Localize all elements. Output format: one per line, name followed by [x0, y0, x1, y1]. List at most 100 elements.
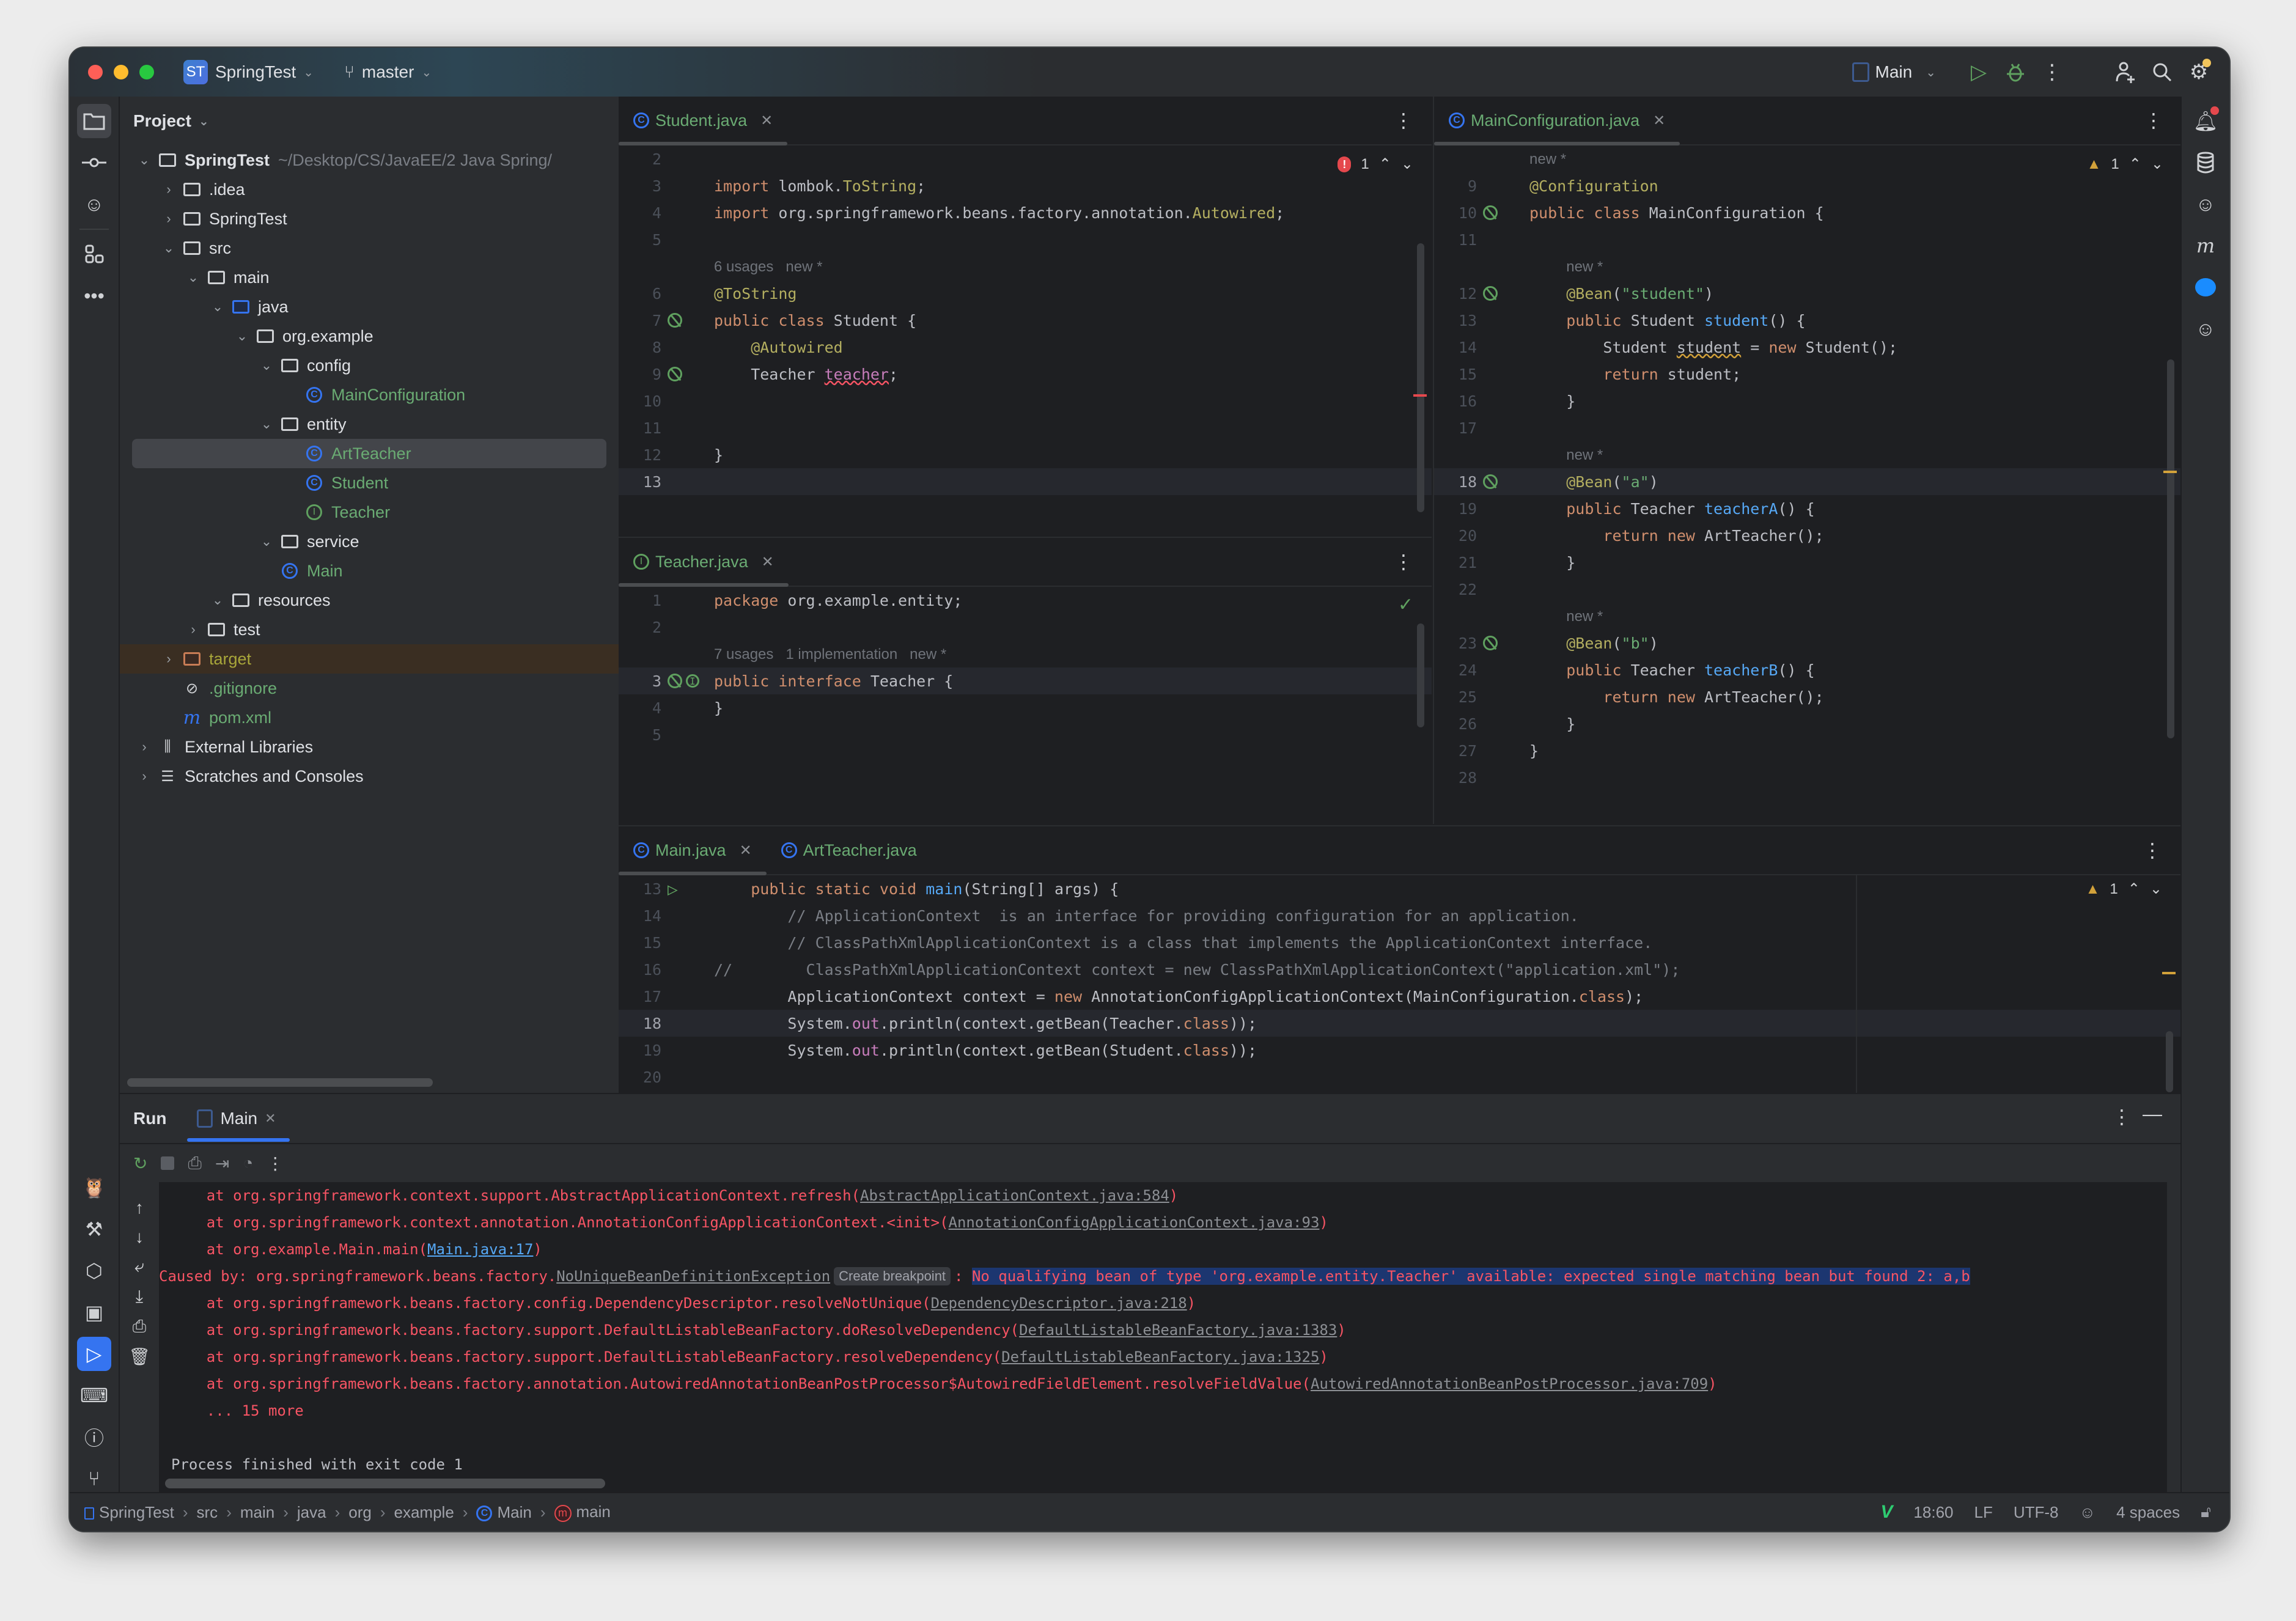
line-number[interactable]: 25: [1434, 688, 1483, 706]
line-number[interactable]: 9: [1434, 177, 1483, 195]
code-line[interactable]: 6 @ToString: [619, 280, 1432, 307]
breadcrumb-item[interactable]: main: [240, 1503, 274, 1522]
breadcrumb-item[interactable]: C Main: [476, 1503, 532, 1522]
chevron-down-icon[interactable]: ⌄: [205, 592, 230, 608]
close-tab-icon[interactable]: ✕: [760, 112, 773, 130]
tree-item[interactable]: ⌄ main: [120, 263, 619, 292]
code-line[interactable]: 4 import org.springframework.beans.factor…: [619, 199, 1432, 226]
line-number[interactable]: 19: [619, 1042, 668, 1059]
code-area[interactable]: new * 9 @Configuration 10 public class MainC…: [1434, 145, 2182, 791]
terminal-tool-button[interactable]: ⌨: [77, 1378, 111, 1413]
close-tab-icon[interactable]: ✕: [762, 553, 774, 571]
run-button[interactable]: ▷: [1960, 54, 1997, 90]
code-line[interactable]: 24 public Teacher teacherB() {: [1434, 656, 2182, 683]
implemented-gutter-icon[interactable]: I: [686, 674, 699, 688]
vim-plugin-icon[interactable]: V: [1880, 1502, 1893, 1523]
line-number[interactable]: 10: [619, 392, 668, 410]
line-separator[interactable]: LF: [1974, 1503, 1993, 1522]
line-number[interactable]: 3: [619, 672, 668, 690]
code-line[interactable]: 20 return new ArtTeacher();: [1434, 522, 2182, 549]
line-number[interactable]: 5: [619, 231, 668, 249]
code-area[interactable]: 13 ▷ public static void main(String[] arg…: [619, 875, 2180, 1094]
copilot-help-tool-button[interactable]: ☺: [77, 187, 111, 221]
structure-tool-button[interactable]: [77, 237, 111, 271]
chevron-down-icon[interactable]: ⌄: [254, 534, 279, 550]
tree-item[interactable]: ⊘ .gitignore: [120, 674, 619, 703]
horizontal-scrollbar[interactable]: [127, 1078, 433, 1087]
horizontal-scrollbar[interactable]: [165, 1479, 605, 1488]
line-number[interactable]: 21: [1434, 554, 1483, 572]
chevron-right-icon[interactable]: ›: [156, 182, 181, 197]
tree-item[interactable]: ⌄ entity: [120, 410, 619, 439]
code-line[interactable]: 7 usages 1 implementation new *: [619, 641, 1432, 667]
tree-item[interactable]: › SpringTest: [120, 204, 619, 233]
chevron-down-icon[interactable]: ⌄: [254, 416, 279, 432]
code-line[interactable]: 5: [619, 226, 1432, 253]
code-line[interactable]: 21 }: [1434, 549, 2182, 576]
vertical-scrollbar[interactable]: [2167, 359, 2174, 738]
code-line[interactable]: 16 }: [1434, 388, 2182, 414]
vertical-scrollbar[interactable]: [1417, 623, 1424, 727]
caret-position[interactable]: 18:60: [1913, 1503, 1953, 1522]
tree-item[interactable]: ⌄ resources: [120, 586, 619, 615]
git-tool-button[interactable]: ⑂: [77, 1461, 111, 1496]
tree-item[interactable]: ⌄ org.example: [120, 322, 619, 351]
more-tools-button[interactable]: •••: [77, 279, 111, 313]
problems-tool-button[interactable]: ⓘ: [77, 1420, 111, 1454]
line-number[interactable]: 4: [619, 699, 668, 717]
code-line[interactable]: 19 public Teacher teacherA() {: [1434, 495, 2182, 522]
line-number[interactable]: 14: [1434, 339, 1483, 356]
line-number[interactable]: 13: [1434, 312, 1483, 329]
notifications-button[interactable]: 🔔︎: [2188, 104, 2223, 138]
chevron-down-icon[interactable]: ⌄: [254, 358, 279, 373]
code-line[interactable]: 25 return new ArtTeacher();: [1434, 683, 2182, 710]
run-configuration-selector[interactable]: Main ⌄: [1852, 62, 1936, 82]
line-number[interactable]: 22: [1434, 581, 1483, 598]
code-line[interactable]: 10: [619, 388, 1432, 414]
tab-student-java[interactable]: C Student.java ✕: [619, 97, 788, 145]
project-switcher[interactable]: SpringTest: [215, 62, 296, 82]
chevron-down-icon[interactable]: ⌄: [132, 152, 156, 168]
code-line[interactable]: 1 package org.example.entity;: [619, 587, 1432, 614]
code-line[interactable]: 15 return student;: [1434, 361, 2182, 388]
spring-bean-gutter-icon[interactable]: [1483, 474, 1498, 489]
clear-console-button[interactable]: 🗑︎: [128, 1347, 150, 1367]
chevron-down-icon[interactable]: ⌄: [205, 299, 230, 315]
tree-item[interactable]: C ArtTeacher: [132, 439, 606, 468]
warning-stripe-marker[interactable]: [2163, 471, 2177, 473]
line-number[interactable]: 13: [619, 880, 668, 898]
line-number[interactable]: 14: [619, 907, 668, 925]
project-panel-header[interactable]: Project ⌄: [120, 97, 619, 145]
code-line[interactable]: 14 // ApplicationContext is an interface…: [619, 902, 2180, 929]
code-line[interactable]: 10 public class MainConfiguration {: [1434, 199, 2182, 226]
file-encoding[interactable]: UTF-8: [2014, 1503, 2059, 1522]
line-number[interactable]: 12: [619, 446, 668, 464]
tree-item[interactable]: I Teacher: [120, 498, 619, 527]
chevron-right-icon[interactable]: ›: [132, 739, 156, 755]
chevron-down-icon[interactable]: ⌄: [181, 270, 205, 285]
tree-item[interactable]: ⌄ SpringTest ~/Desktop/CS/JavaEE/2 Java Sp…: [120, 145, 619, 175]
chevron-down-icon[interactable]: ⌄: [156, 240, 181, 256]
code-line[interactable]: 22: [1434, 576, 2182, 603]
chevron-right-icon[interactable]: ›: [132, 768, 156, 784]
tab-main-java[interactable]: C Main.java ✕: [619, 826, 767, 875]
error-stripe-marker[interactable]: [1413, 394, 1427, 397]
code-line[interactable]: 6 usages new *: [619, 253, 1432, 280]
tree-item[interactable]: › target: [120, 644, 619, 674]
spring-bean-gutter-icon[interactable]: [1483, 636, 1498, 650]
more-actions-button[interactable]: ⋮: [2034, 54, 2070, 90]
line-number[interactable]: 18: [1434, 473, 1483, 491]
tree-item[interactable]: › test: [120, 615, 619, 644]
tree-item[interactable]: ⌄ java: [120, 292, 619, 322]
line-number[interactable]: 15: [1434, 366, 1483, 383]
console-output[interactable]: at org.springframework.context.support.A…: [159, 1182, 2167, 1494]
indent-setting[interactable]: 4 spaces: [2116, 1503, 2180, 1522]
line-number[interactable]: 8: [619, 339, 668, 356]
run-options-button[interactable]: ⋮: [2112, 1105, 2132, 1128]
tree-item[interactable]: › ⫼ External Libraries: [120, 732, 619, 762]
stack-trace-link[interactable]: DefaultListableBeanFactory.java:1383: [1019, 1321, 1337, 1339]
warning-stripe-marker[interactable]: [2162, 972, 2176, 974]
spring-bean-gutter-icon[interactable]: [1483, 205, 1498, 220]
line-number[interactable]: 20: [1434, 527, 1483, 545]
code-line[interactable]: 18 System.out.println(context.getBean(Te…: [619, 1010, 2180, 1037]
